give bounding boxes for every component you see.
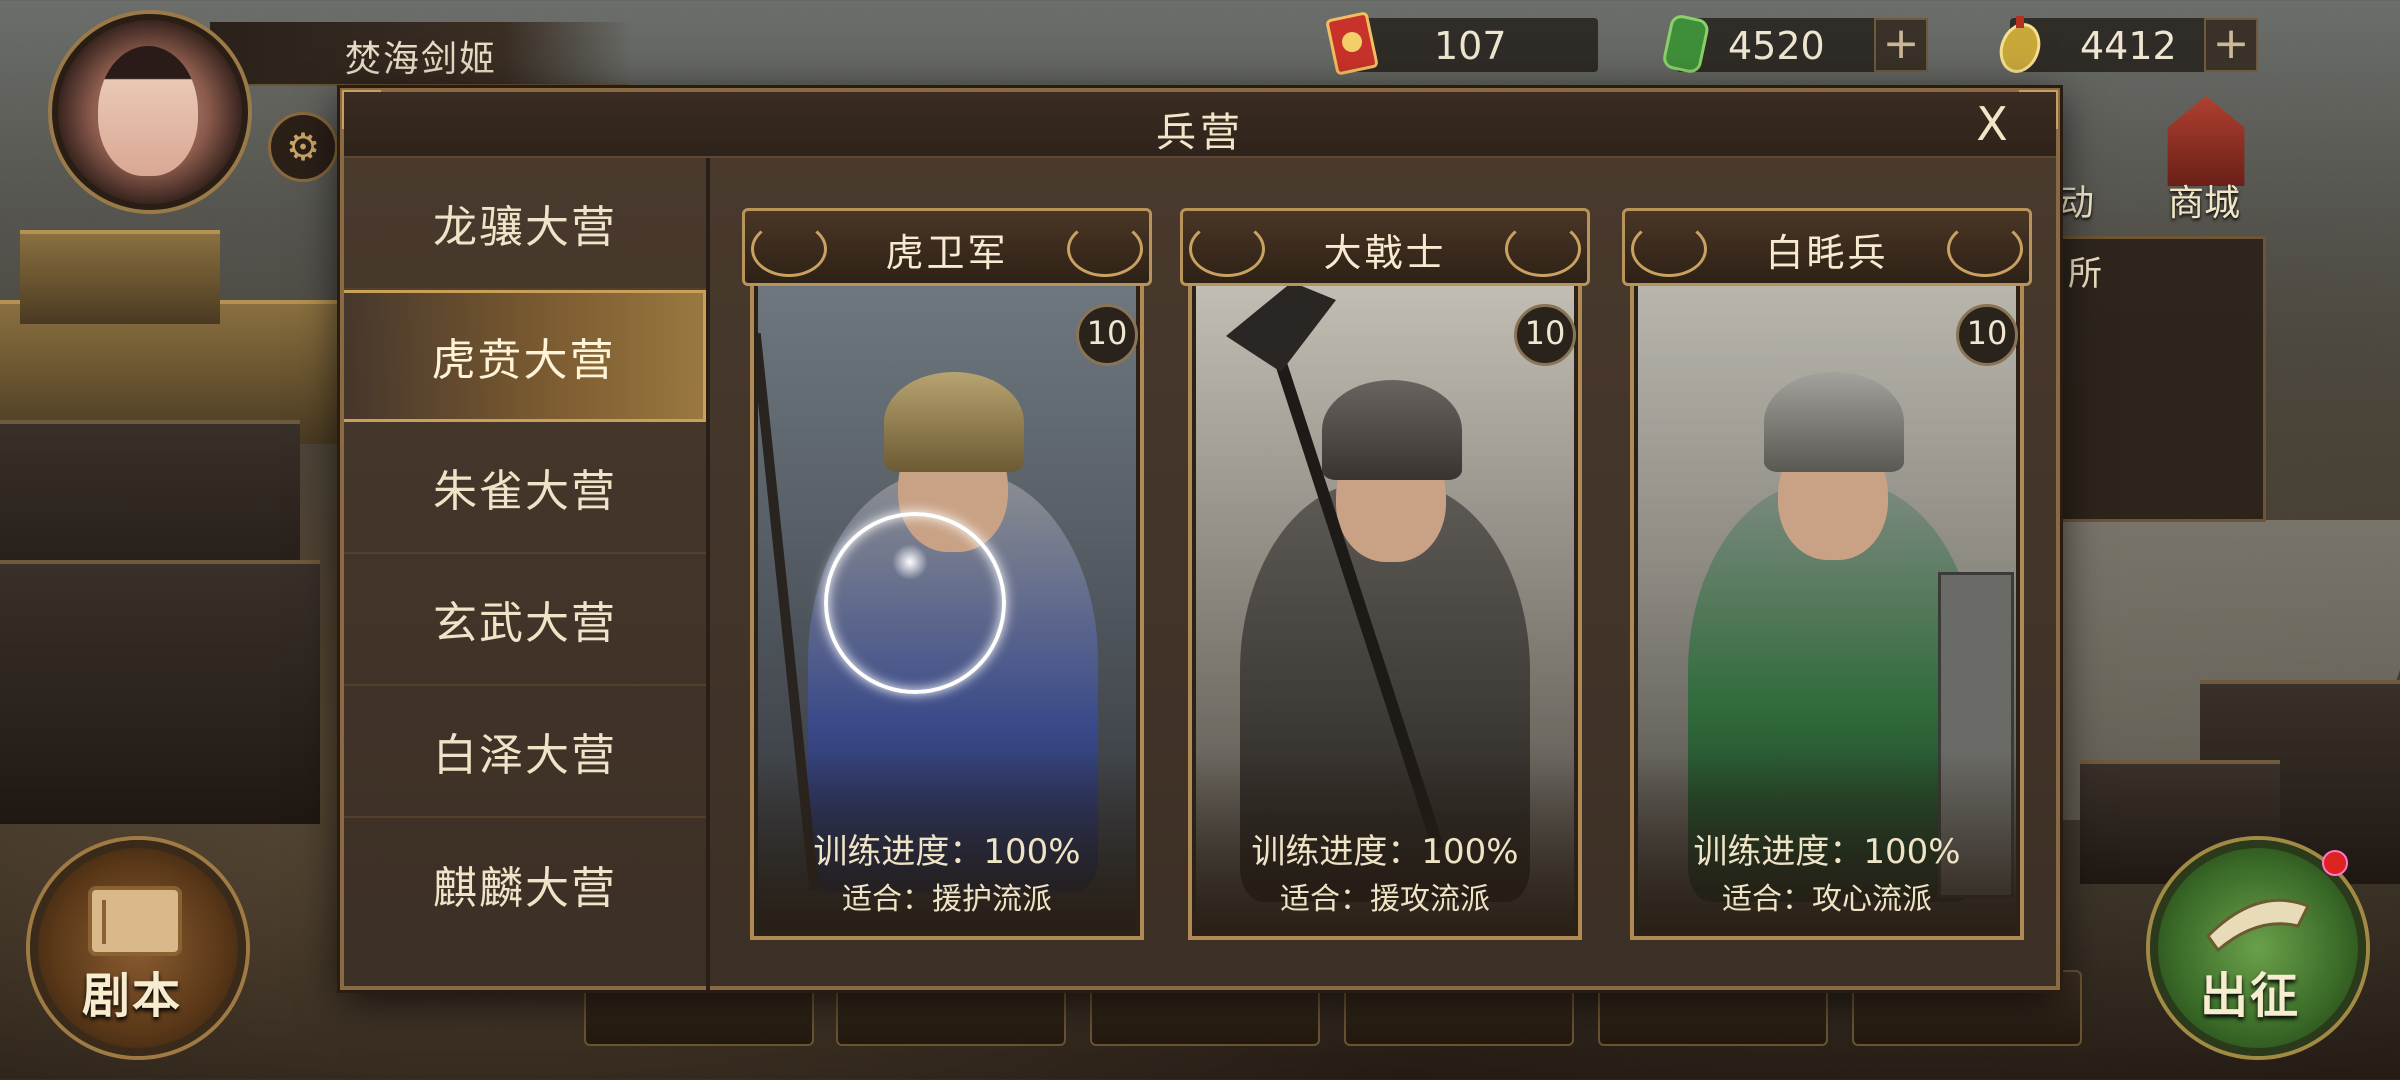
avatar-portrait xyxy=(98,46,198,176)
tab-zhuque-camp[interactable]: 朱雀大营 xyxy=(344,422,706,554)
script-label: 剧本 xyxy=(82,968,183,1024)
training-progress: 训练进度：100% xyxy=(813,832,1081,872)
resource-value: 107 xyxy=(1434,24,1507,68)
red-token-icon xyxy=(1326,12,1378,75)
training-progress: 训练进度：100% xyxy=(1693,832,1961,872)
unit-card-baimao[interactable]: 白眊兵 10 训练进度：100% 适合：攻心流派 xyxy=(1622,208,2032,940)
shop-icon xyxy=(2167,96,2245,186)
bg-building xyxy=(20,230,220,324)
resource-value: 4412 xyxy=(2080,24,2177,68)
bg-building xyxy=(0,560,320,824)
unit-level-badge: 10 xyxy=(1514,304,1576,366)
gold-jade-icon xyxy=(1999,16,2041,73)
tap-highlight-ring xyxy=(824,512,1006,694)
go-label: 出征 xyxy=(2200,968,2301,1024)
warrior-helmet xyxy=(1764,372,1904,472)
unit-level-badge: 10 xyxy=(1076,304,1138,366)
training-progress: 训练进度：100% xyxy=(1251,832,1519,872)
tab-divider xyxy=(706,158,710,990)
barracks-dialog: 兵营 X 龙骧大营 虎贲大营 朱雀大营 玄武大营 白泽大营 麒麟大营 虎卫军 1… xyxy=(340,88,2060,990)
unit-level-badge: 10 xyxy=(1956,304,2018,366)
unit-name: 白眊兵 xyxy=(1765,231,1889,275)
suitable-style: 适合：攻心流派 xyxy=(1722,882,1932,917)
tab-qilin-camp[interactable]: 麒麟大营 xyxy=(344,818,706,950)
tab-huben-camp[interactable]: 虎贲大营 xyxy=(344,290,706,422)
jade-icon xyxy=(1663,15,1709,73)
unit-card-daji[interactable]: 大戟士 10 训练进度：100% 适合：援攻流派 xyxy=(1180,208,1590,940)
unit-name: 大戟士 xyxy=(1323,231,1447,275)
camp-tab-list: 龙骧大营 虎贲大营 朱雀大营 玄武大营 白泽大营 麒麟大营 xyxy=(344,158,706,990)
tab-baize-camp[interactable]: 白泽大营 xyxy=(344,686,706,818)
warrior-helmet xyxy=(884,372,1024,472)
shop-label: 商城 xyxy=(2168,183,2241,224)
add-gold-jade-button[interactable]: + xyxy=(2204,18,2258,72)
tap-highlight-glow xyxy=(892,544,928,580)
resource-gold-jade: 4412 + xyxy=(1999,16,2258,73)
gear-icon: ⚙ xyxy=(285,125,321,169)
warrior-helmet xyxy=(1322,380,1462,480)
halberd-blade xyxy=(1226,282,1336,372)
player-avatar[interactable] xyxy=(52,14,248,210)
notification-dot xyxy=(2322,850,2348,876)
tab-xuanwu-camp[interactable]: 玄武大营 xyxy=(344,554,706,686)
resource-jade: 4520 + xyxy=(1663,15,1928,73)
side-panel-label: 所 xyxy=(2068,254,2102,294)
activity-label[interactable]: 动 xyxy=(2058,174,2094,226)
suitable-style: 适合：援攻流派 xyxy=(1280,882,1490,917)
close-button[interactable]: X xyxy=(1966,100,2018,152)
dialog-header: 兵营 X xyxy=(344,92,2056,158)
resource-red-token: 107 xyxy=(1326,12,1598,75)
settings-button[interactable]: ⚙ xyxy=(268,112,338,182)
dialog-title: 兵营 xyxy=(1156,110,1244,156)
player-name: 焚海剑姬 xyxy=(345,39,498,80)
add-jade-button[interactable]: + xyxy=(1874,18,1928,72)
tab-longxiang-camp[interactable]: 龙骧大营 xyxy=(344,158,706,290)
suitable-style: 适合：援护流派 xyxy=(842,882,1052,917)
resource-value: 4520 xyxy=(1728,24,1825,68)
unit-name: 虎卫军 xyxy=(885,231,1009,275)
